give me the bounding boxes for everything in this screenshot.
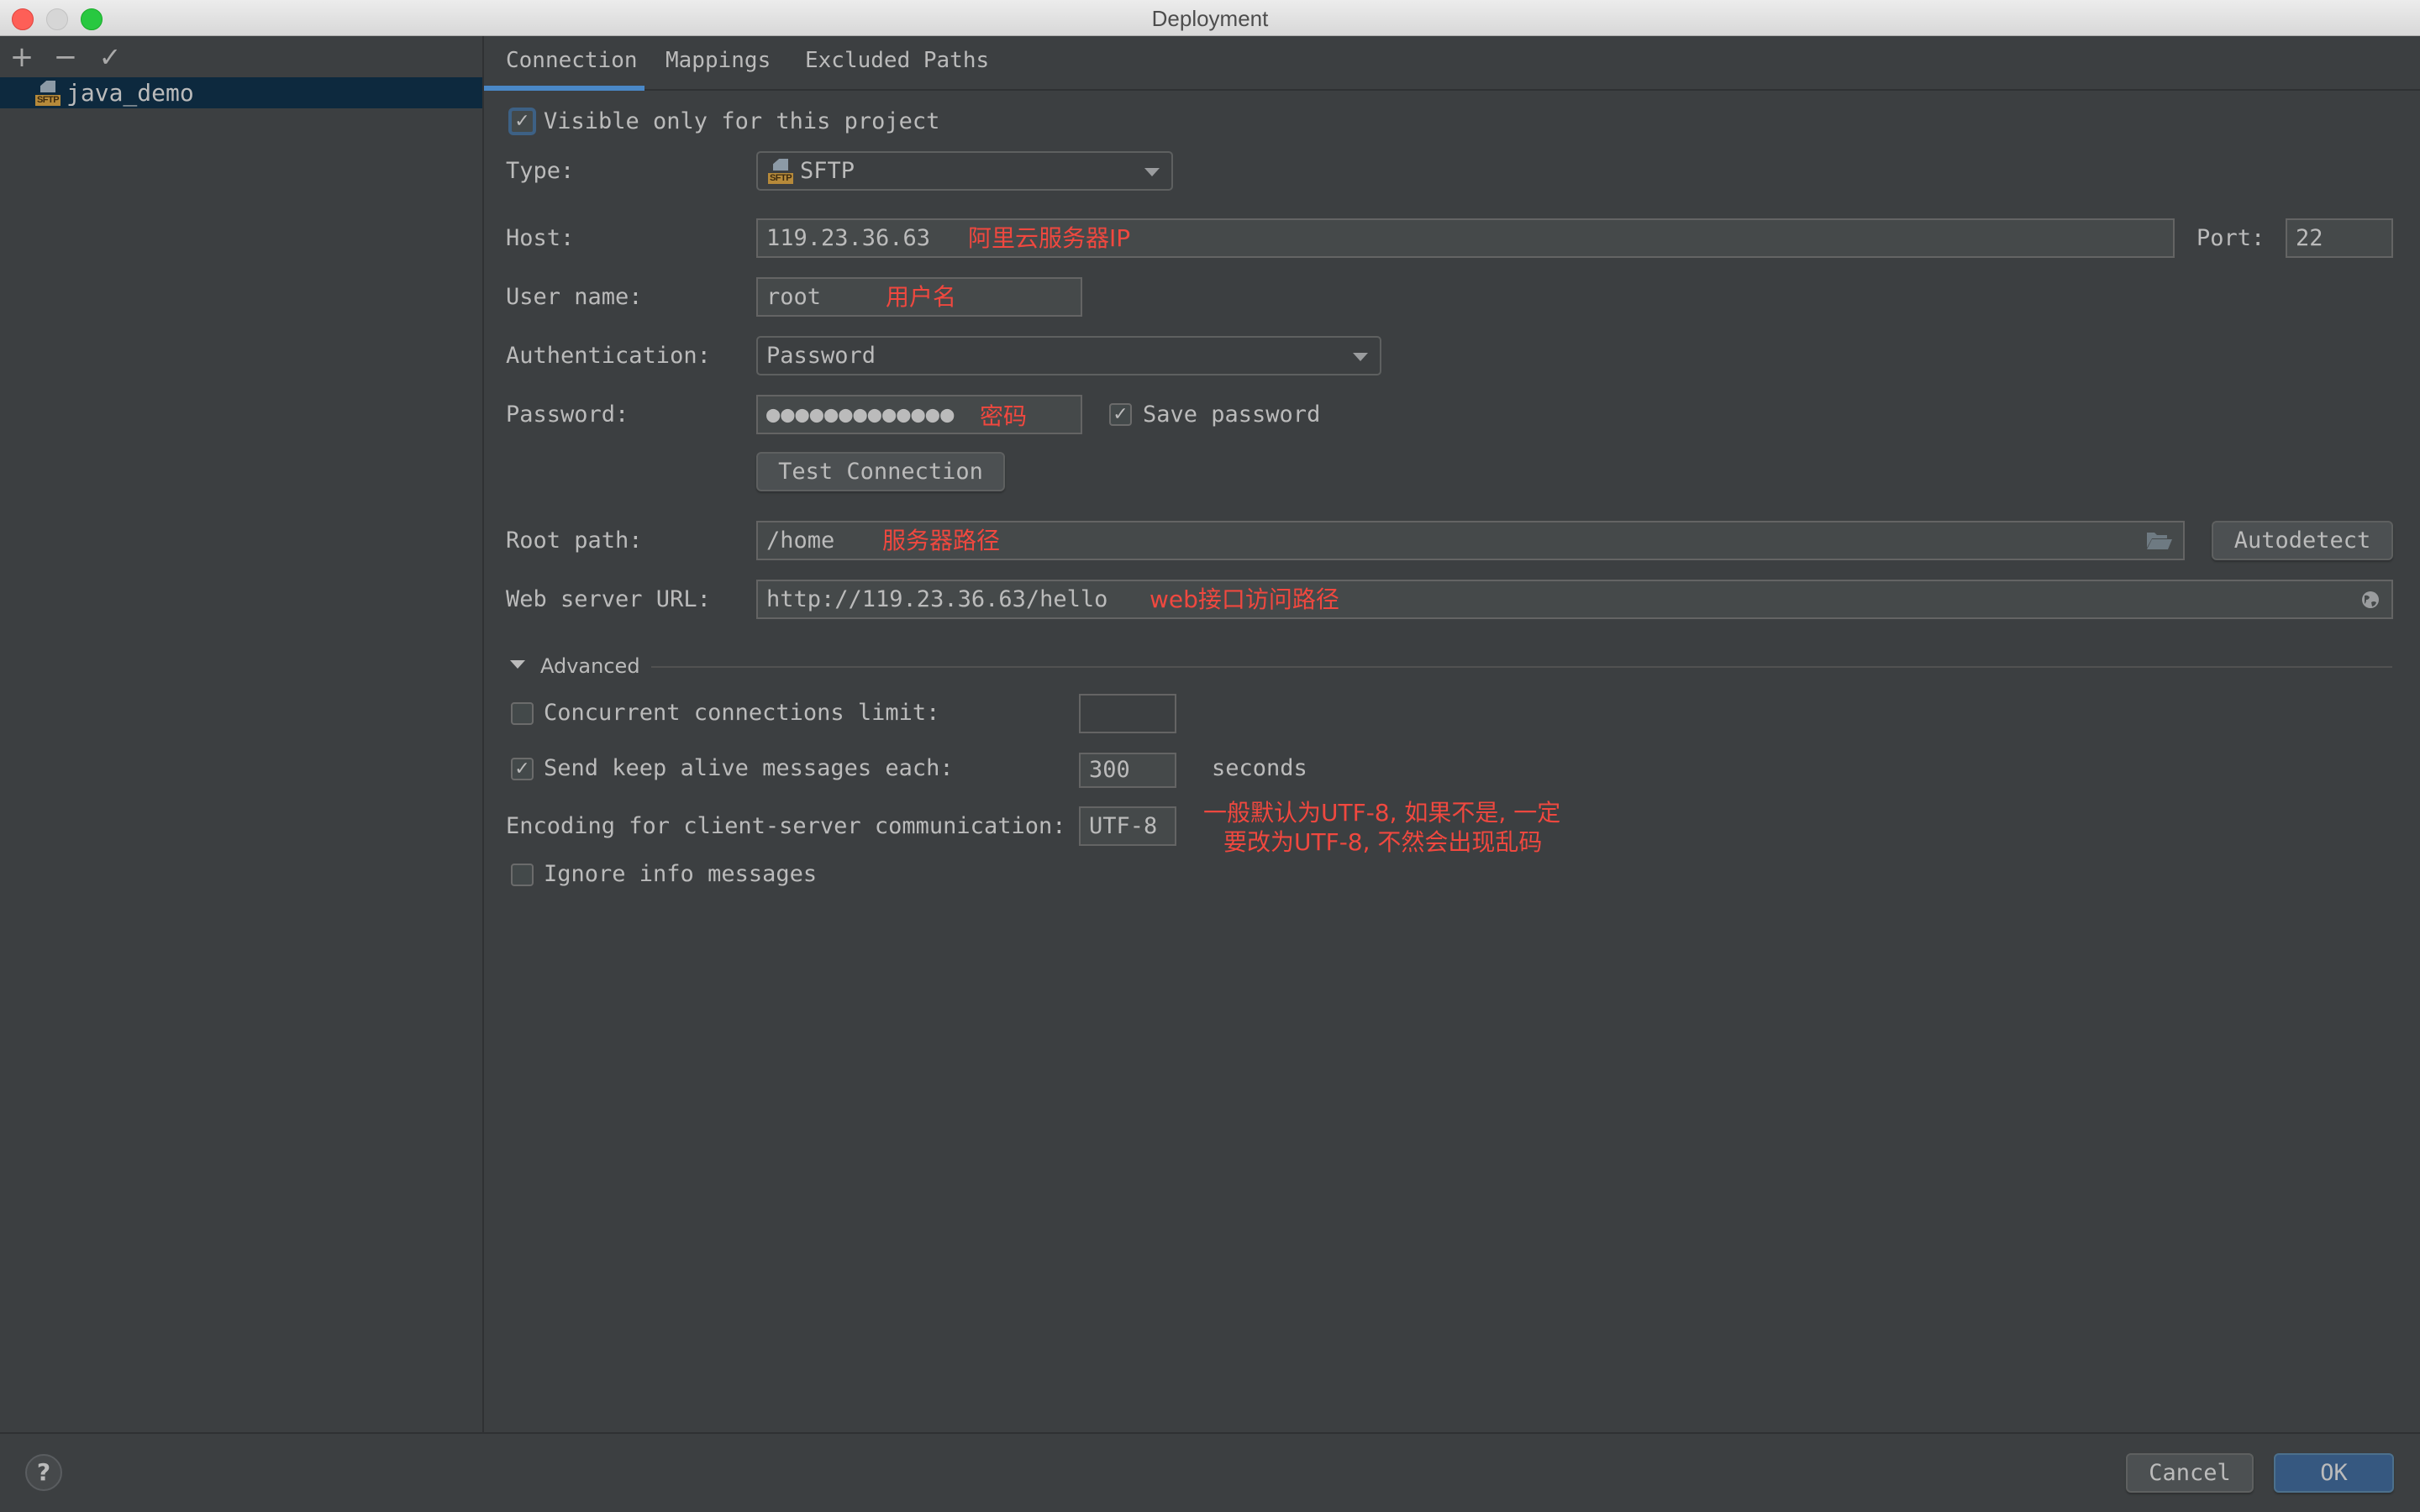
host-input[interactable]: 119.23.36.63 阿里云服务器IP bbox=[756, 218, 2175, 258]
keep-alive-value: 300 bbox=[1089, 757, 1130, 783]
type-select[interactable]: SFTP SFTP bbox=[756, 151, 1173, 191]
tab-bar-border bbox=[484, 89, 2420, 91]
ok-button[interactable]: OK bbox=[2274, 1453, 2394, 1493]
root-path-value: /home bbox=[766, 528, 835, 554]
type-label: Type: bbox=[506, 158, 575, 184]
keep-alive-checkbox[interactable]: ✓ bbox=[511, 758, 534, 780]
keep-alive-label: Send keep alive messages each: bbox=[544, 755, 954, 781]
sftp-icon: SFTP bbox=[35, 81, 60, 109]
footer-divider bbox=[0, 1432, 2420, 1434]
password-masked-value: ●●●●●●●●●●●●● bbox=[766, 402, 955, 428]
chevron-down-icon bbox=[1144, 168, 1160, 176]
encoding-value: UTF-8 bbox=[1089, 813, 1158, 839]
host-value: 119.23.36.63 bbox=[766, 225, 931, 251]
root-path-label: Root path: bbox=[506, 528, 643, 554]
authentication-label: Authentication: bbox=[506, 343, 711, 369]
cancel-button[interactable]: Cancel bbox=[2126, 1453, 2254, 1493]
folder-browse-icon[interactable] bbox=[2146, 531, 2173, 551]
tab-excluded-paths[interactable]: Excluded Paths bbox=[805, 44, 989, 77]
ignore-info-label: Ignore info messages bbox=[544, 861, 818, 887]
autodetect-button[interactable]: Autodetect bbox=[2212, 521, 2393, 560]
authentication-select[interactable]: Password bbox=[756, 336, 1381, 375]
sftp-icon: SFTP bbox=[768, 159, 793, 187]
password-annotation: 密码 bbox=[980, 402, 1028, 430]
host-label: Host: bbox=[506, 225, 575, 251]
username-value: root bbox=[766, 284, 822, 310]
keep-alive-input[interactable]: 300 bbox=[1079, 753, 1176, 788]
set-default-check-icon[interactable]: ✓ bbox=[93, 42, 127, 72]
web-url-label: Web server URL: bbox=[506, 586, 711, 612]
root-path-annotation: 服务器路径 bbox=[882, 527, 1001, 554]
advanced-divider bbox=[651, 666, 2392, 668]
chevron-down-icon bbox=[1353, 353, 1368, 361]
username-label: User name: bbox=[506, 284, 643, 310]
advanced-collapse-icon[interactable] bbox=[510, 660, 525, 669]
encoding-label: Encoding for client-server communication… bbox=[506, 813, 1066, 839]
encoding-annotation-line1: 一般默认为UTF-8, 如果不是, 一定 bbox=[1203, 799, 1561, 827]
visible-only-label: Visible only for this project bbox=[544, 108, 940, 134]
type-value: SFTP bbox=[800, 158, 855, 184]
advanced-section-title[interactable]: Advanced bbox=[540, 652, 640, 680]
concurrent-limit-checkbox[interactable] bbox=[511, 702, 534, 725]
visible-only-checkbox[interactable]: ✓ bbox=[508, 108, 536, 135]
username-input[interactable]: root 用户名 bbox=[756, 277, 1082, 317]
username-annotation: 用户名 bbox=[886, 283, 957, 311]
concurrent-limit-label: Concurrent connections limit: bbox=[544, 700, 940, 726]
port-input[interactable]: 22 bbox=[2286, 218, 2393, 258]
concurrent-limit-input[interactable] bbox=[1079, 694, 1176, 733]
ignore-info-checkbox[interactable] bbox=[511, 864, 534, 886]
active-tab-indicator bbox=[484, 86, 644, 91]
window-title: Deployment bbox=[1151, 6, 1269, 31]
web-url-value: http://119.23.36.63/hello bbox=[766, 586, 1108, 612]
tab-connection[interactable]: Connection bbox=[506, 44, 638, 77]
password-label: Password: bbox=[506, 402, 629, 428]
add-server-icon[interactable]: + bbox=[5, 42, 39, 72]
host-annotation: 阿里云服务器IP bbox=[968, 224, 1131, 252]
web-url-input[interactable]: http://119.23.36.63/hello web接口访问路径 bbox=[756, 580, 2393, 619]
globe-open-icon[interactable] bbox=[2361, 591, 2380, 609]
password-input[interactable]: ●●●●●●●●●●●●● 密码 bbox=[756, 395, 1082, 434]
server-name[interactable]: java_demo bbox=[66, 77, 194, 108]
encoding-input[interactable]: UTF-8 bbox=[1079, 806, 1176, 846]
port-label: Port: bbox=[2196, 225, 2265, 251]
port-value: 22 bbox=[2296, 225, 2323, 251]
help-button[interactable]: ? bbox=[25, 1454, 62, 1491]
server-list-panel bbox=[0, 36, 484, 1432]
test-connection-button[interactable]: Test Connection bbox=[756, 452, 1005, 491]
remove-server-icon[interactable]: − bbox=[49, 42, 82, 72]
tab-mappings[interactable]: Mappings bbox=[666, 44, 771, 77]
save-password-label: Save password bbox=[1143, 402, 1321, 428]
authentication-value: Password bbox=[766, 343, 876, 369]
root-path-input[interactable]: /home 服务器路径 bbox=[756, 521, 2185, 560]
encoding-annotation-line2: 要改为UTF-8, 不然会出现乱码 bbox=[1223, 828, 1543, 856]
keep-alive-unit: seconds bbox=[1212, 755, 1307, 781]
save-password-checkbox[interactable]: ✓ bbox=[1109, 403, 1132, 426]
web-url-annotation: web接口访问路径 bbox=[1150, 585, 1339, 613]
